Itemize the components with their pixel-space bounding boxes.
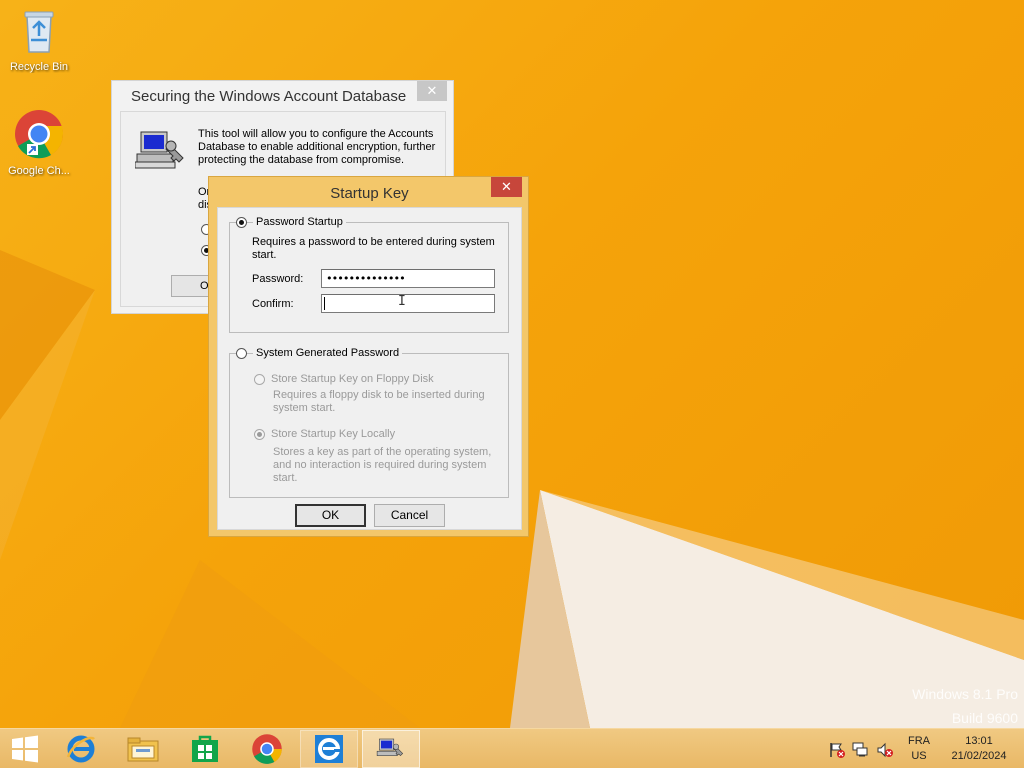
password-startup-description: Requires a password to be entered during… <box>252 236 495 261</box>
system-generated-radio[interactable]: System Generated Password <box>236 347 403 359</box>
language-code: FRA <box>908 735 930 747</box>
keyboard-layout: US <box>911 750 927 762</box>
ibeam-cursor-icon: I <box>398 294 406 309</box>
recycle-bin-icon <box>24 11 54 53</box>
action-center-flag-icon[interactable] <box>828 741 846 759</box>
desktop-icon-chrome[interactable]: Google Ch... <box>0 108 78 177</box>
taskbar-file-explorer[interactable] <box>114 730 172 768</box>
windows-build-watermark: Build 9600 <box>951 710 1018 726</box>
ok-button[interactable]: OK <box>295 504 366 527</box>
taskbar-chrome[interactable] <box>238 730 296 768</box>
desktop: Recycle Bin Google Ch... Windows 8.1 Pro… <box>0 0 1024 728</box>
window-titlebar[interactable]: Securing the Windows Account Database ✕ <box>112 81 453 111</box>
dialog-client-area: Password Startup Requires a password to … <box>217 207 522 530</box>
confirm-label: Confirm: <box>252 298 294 310</box>
radio-selected-icon <box>236 216 247 228</box>
close-icon: ✕ <box>501 179 512 194</box>
radio-label: Password Startup <box>253 216 346 228</box>
radio-unselected-icon <box>236 347 247 359</box>
chrome-icon <box>15 110 64 159</box>
clock-time: 13:01 <box>965 735 993 747</box>
floppy-disk-description: Requires a floppy disk to be inserted du… <box>273 389 485 414</box>
floppy-disk-radio[interactable]: Store Startup Key on Floppy Disk <box>254 373 434 385</box>
system-tray <box>826 729 906 768</box>
windows-logo-icon <box>12 735 38 763</box>
radio-label: Store Startup Key Locally <box>271 428 396 440</box>
taskbar-syskey-app[interactable] <box>362 730 420 768</box>
radio-label: System Generated Password <box>253 347 403 359</box>
confirm-field[interactable]: I <box>321 294 495 313</box>
windows-edition-watermark: Windows 8.1 Pro <box>912 686 1018 702</box>
password-startup-radio[interactable]: Password Startup <box>236 216 346 228</box>
text-caret <box>324 297 325 310</box>
clock[interactable]: 13:01 21/02/2024 <box>944 734 1014 768</box>
taskbar-store[interactable] <box>176 730 234 768</box>
folder-icon <box>127 737 159 762</box>
store-icon <box>192 735 218 762</box>
network-icon[interactable] <box>852 741 870 759</box>
chrome-icon <box>252 734 282 764</box>
start-button[interactable] <box>0 730 50 768</box>
radio-disabled-selected-icon <box>254 428 265 440</box>
dialog-titlebar[interactable]: Startup Key ✕ <box>209 177 528 207</box>
taskbar-internet-explorer[interactable] <box>52 730 110 768</box>
store-locally-radio[interactable]: Store Startup Key Locally <box>254 428 395 440</box>
computer-key-icon <box>376 738 404 757</box>
dialog-title: Startup Key <box>330 185 409 202</box>
store-locally-description: Stores a key as part of the operating sy… <box>273 446 492 484</box>
password-field[interactable]: •••••••••••••• <box>321 269 495 288</box>
computer-key-icon <box>135 131 184 169</box>
window-title: Securing the Windows Account Database <box>131 88 407 105</box>
startup-key-dialog: Startup Key ✕ Password Startup Requires … <box>208 176 529 537</box>
ie-icon <box>315 735 343 763</box>
taskbar: FRA US 13:01 21/02/2024 <box>0 728 1024 768</box>
radio-disabled-icon <box>254 373 265 385</box>
close-icon: ✕ <box>426 83 438 98</box>
cancel-button[interactable]: Cancel <box>374 504 445 527</box>
radio-label: Store Startup Key on Floppy Disk <box>271 373 434 385</box>
description-text: This tool will allow you to configure th… <box>198 128 436 166</box>
close-button[interactable]: ✕ <box>417 81 447 101</box>
language-indicator[interactable]: FRA US <box>902 734 936 768</box>
close-button[interactable]: ✕ <box>491 177 522 197</box>
desktop-icon-label: Google Ch... <box>8 165 70 177</box>
volume-muted-icon[interactable] <box>876 741 894 759</box>
ie-icon <box>66 735 95 763</box>
clock-date: 21/02/2024 <box>951 750 1007 762</box>
desktop-icon-recycle-bin[interactable]: Recycle Bin <box>0 6 78 73</box>
password-label: Password: <box>252 273 304 285</box>
desktop-icon-label: Recycle Bin <box>9 61 69 73</box>
taskbar-internet-explorer-open[interactable] <box>300 730 358 768</box>
